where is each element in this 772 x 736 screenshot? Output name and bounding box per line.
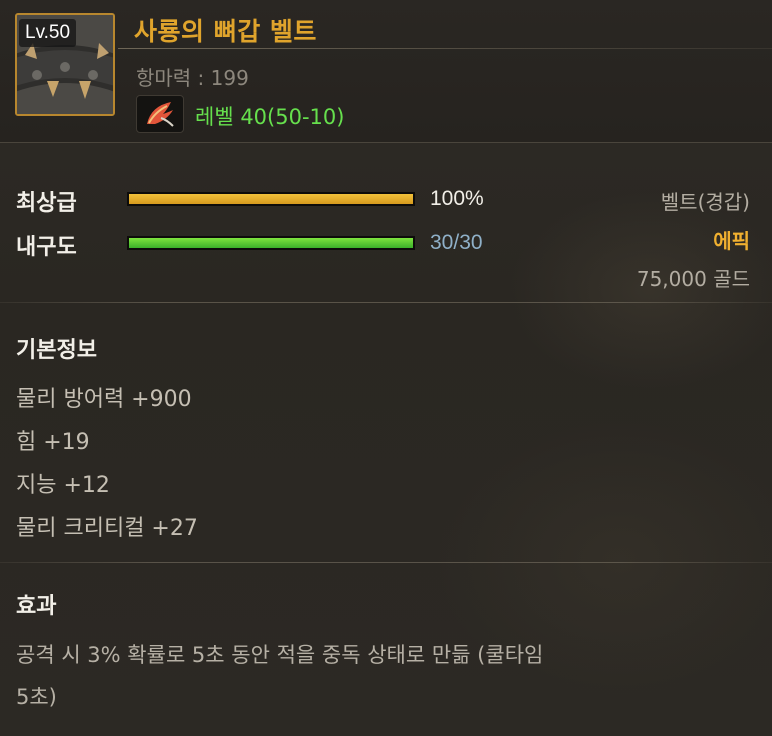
section-divider (0, 562, 772, 563)
level-badge: Lv.50 (19, 19, 77, 47)
item-tooltip: Lv.50 사룡의 뼈갑 벨트 항마력 : 199 레벨 40(50-10) 최… (0, 0, 772, 736)
grade-value: 100% (430, 187, 484, 210)
section-divider (0, 302, 772, 303)
effect-title: 효과 (16, 594, 57, 619)
grade-bar-fill (129, 194, 413, 204)
feather-quill-icon (136, 95, 184, 133)
durability-bar-fill (129, 238, 413, 248)
bone-belt-icon[interactable]: Lv.50 (15, 13, 115, 116)
tooltip-header: Lv.50 사룡의 뼈갑 벨트 항마력 : 199 레벨 40(50-10) (0, 0, 772, 143)
header-divider (118, 48, 772, 49)
durability-label: 내구도 (16, 235, 77, 260)
item-price: 75,000 골드 (636, 267, 750, 291)
item-type: 벨트(경갑) (660, 190, 750, 214)
stat-line: 물리 방어력 +900 (16, 387, 192, 412)
effect-line: 공격 시 3% 확률로 5초 동안 적을 중독 상태로 만듦 (쿨타임 (16, 643, 544, 667)
effect-line: 5초) (16, 685, 57, 709)
stat-line: 지능 +12 (16, 473, 110, 498)
magic-resistance: 항마력 : 199 (136, 66, 249, 90)
stat-line: 힘 +19 (16, 430, 90, 455)
item-rarity: 에픽 (713, 229, 750, 253)
level-requirement: 레벨 40(50-10) (195, 105, 345, 129)
stat-line: 물리 크리티컬 +27 (16, 516, 198, 541)
durability-value: 30/30 (430, 231, 483, 254)
durability-bar (127, 236, 415, 250)
basic-info-title: 기본정보 (16, 338, 97, 363)
grade-label: 최상급 (16, 191, 77, 216)
grade-bar (127, 192, 415, 206)
effect-description: 공격 시 3% 확률로 5초 동안 적을 중독 상태로 만듦 (쿨타임 5초) (16, 634, 716, 718)
item-name: 사룡의 뼈갑 벨트 (134, 17, 317, 46)
